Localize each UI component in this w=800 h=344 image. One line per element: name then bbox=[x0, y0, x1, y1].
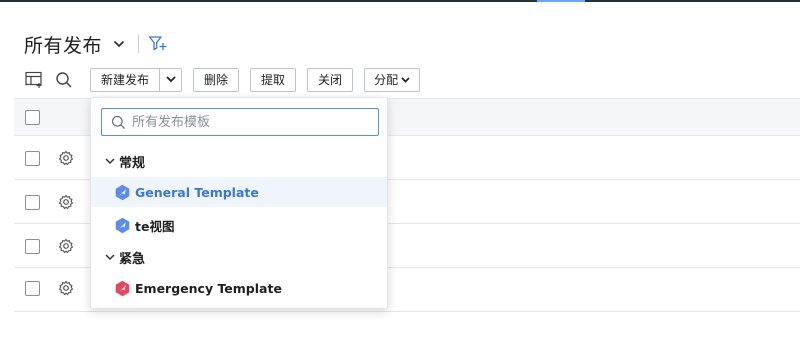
gear-icon[interactable] bbox=[58, 238, 74, 254]
title-divider bbox=[138, 35, 140, 53]
top-bar-active-indicator bbox=[537, 0, 585, 2]
blue-template-icon bbox=[113, 216, 131, 234]
row-checkbox[interactable] bbox=[25, 195, 40, 210]
assign-button-label: 分配 bbox=[374, 73, 399, 87]
new-release-button[interactable]: 新建发布 bbox=[90, 67, 160, 92]
add-filter-icon[interactable] bbox=[148, 34, 168, 54]
chevron-down-icon bbox=[401, 76, 410, 83]
chevron-down-icon bbox=[105, 157, 115, 164]
delete-button[interactable]: 删除 bbox=[193, 67, 240, 92]
toolbar: 新建发布 删除 提取 关闭 分配 bbox=[24, 67, 421, 92]
column-settings-icon[interactable] bbox=[24, 70, 44, 90]
gear-icon[interactable] bbox=[58, 194, 74, 210]
group-label: 紧急 bbox=[119, 251, 146, 267]
template-item-general[interactable]: General Template bbox=[91, 177, 387, 207]
template-dropdown-menu: 常规 General Template te视图 紧急 Emergency Te… bbox=[90, 97, 388, 309]
template-item-label: General Template bbox=[135, 184, 259, 200]
search-icon bbox=[110, 114, 126, 130]
page-title: 所有发布 bbox=[24, 34, 103, 57]
template-item-te-view[interactable]: te视图 bbox=[91, 210, 387, 240]
group-header-normal[interactable]: 常规 bbox=[105, 151, 145, 171]
template-item-emergency[interactable]: Emergency Template bbox=[91, 273, 387, 303]
group-header-emergency[interactable]: 紧急 bbox=[105, 247, 145, 267]
template-item-label: te视图 bbox=[135, 218, 175, 234]
row-checkbox[interactable] bbox=[25, 281, 40, 296]
template-item-label: Emergency Template bbox=[135, 280, 282, 296]
gear-icon[interactable] bbox=[58, 280, 74, 296]
extract-button[interactable]: 提取 bbox=[250, 67, 297, 92]
assign-button[interactable]: 分配 bbox=[364, 67, 421, 92]
template-search-input[interactable] bbox=[132, 114, 372, 130]
new-release-split-button: 新建发布 bbox=[90, 67, 183, 92]
search-icon[interactable] bbox=[54, 70, 74, 90]
template-search-box bbox=[101, 108, 379, 136]
row-checkbox[interactable] bbox=[25, 239, 40, 254]
group-label: 常规 bbox=[119, 155, 146, 171]
new-release-dropdown-toggle[interactable] bbox=[159, 67, 183, 92]
close-button[interactable]: 关闭 bbox=[307, 67, 354, 92]
red-template-icon bbox=[113, 279, 131, 297]
row-checkbox[interactable] bbox=[25, 151, 40, 166]
view-switch-chevron-icon[interactable] bbox=[112, 37, 126, 51]
chevron-down-icon bbox=[105, 253, 115, 260]
gear-icon[interactable] bbox=[58, 150, 74, 166]
blue-template-icon bbox=[113, 183, 131, 201]
top-bar bbox=[0, 0, 800, 2]
select-all-checkbox[interactable] bbox=[25, 110, 40, 125]
page-title-row: 所有发布 bbox=[24, 30, 168, 58]
